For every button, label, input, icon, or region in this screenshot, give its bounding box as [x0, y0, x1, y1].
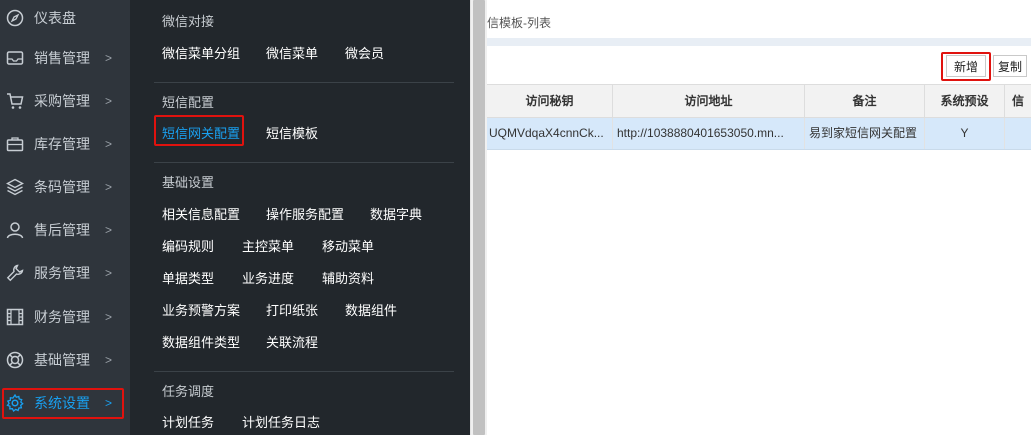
- chevron-right-icon: >: [105, 50, 113, 65]
- highlight-box-system-settings: [2, 388, 124, 419]
- chevron-right-icon: >: [105, 309, 113, 324]
- cell-access-url: http://1038880401653050.mn...: [613, 118, 805, 149]
- chevron-right-icon: >: [105, 93, 113, 108]
- scrollbar-thumb[interactable]: [473, 0, 485, 435]
- menu-link-scheduled-task-log[interactable]: 计划任务日志: [242, 412, 320, 431]
- sidebar-item-purchase[interactable]: 采购管理 >: [0, 79, 130, 122]
- menu-link-data-component[interactable]: 数据组件: [345, 300, 397, 319]
- header-strip: [487, 38, 1031, 46]
- menu-link-sms-template[interactable]: 短信模板: [266, 123, 318, 142]
- sidebar-item-service[interactable]: 服务管理 >: [0, 251, 130, 294]
- compass-icon: [6, 9, 24, 26]
- menu-link-wechat-menu-group[interactable]: 微信菜单分组: [162, 43, 240, 62]
- highlight-box-add: [941, 52, 991, 81]
- menu-link-operation-service-config[interactable]: 操作服务配置: [266, 204, 344, 223]
- cell-partial: [1005, 118, 1031, 149]
- sidebar-item-after-sales[interactable]: 售后管理 >: [0, 208, 130, 251]
- column-header-access-key[interactable]: 访问秘钥: [487, 85, 613, 117]
- wrench-icon: [6, 264, 24, 281]
- section-title-wechat: 微信对接: [162, 14, 215, 29]
- lifebuoy-icon: [6, 351, 24, 368]
- menu-link-data-dictionary[interactable]: 数据字典: [370, 204, 422, 223]
- menu-link-business-alert-plan[interactable]: 业务预警方案: [162, 300, 240, 319]
- menu-link-wechat-member[interactable]: 微会员: [345, 43, 384, 62]
- cell-remarks: 易到家短信网关配置: [805, 118, 925, 149]
- chevron-right-icon: >: [105, 222, 113, 237]
- menu-link-auxiliary-data[interactable]: 辅助资料: [322, 268, 374, 287]
- sidebar-item-label: 服务管理: [34, 264, 90, 281]
- sidebar: 仪表盘 销售管理 > 采购管理 > 库存管理 > 条码管理 > 售后管理 > 服…: [0, 0, 130, 435]
- film-icon: [6, 308, 24, 325]
- menu-link-mobile-menu[interactable]: 移动菜单: [322, 236, 374, 255]
- divider: [154, 162, 454, 163]
- menu-link-print-paper[interactable]: 打印纸张: [266, 300, 318, 319]
- section-title-task-scheduling: 任务调度: [162, 384, 215, 399]
- menu-link-business-progress[interactable]: 业务进度: [242, 268, 294, 287]
- sidebar-item-inventory[interactable]: 库存管理 >: [0, 122, 130, 165]
- menu-link-document-type[interactable]: 单据类型: [162, 268, 214, 287]
- table-header: 访问秘钥 访问地址 备注 系统预设 信: [487, 84, 1031, 118]
- sidebar-item-finance[interactable]: 财务管理 >: [0, 295, 130, 338]
- highlight-box-sms-gateway: [154, 115, 244, 146]
- sidebar-item-label: 仪表盘: [34, 9, 76, 26]
- divider: [154, 82, 454, 83]
- table-row[interactable]: UQMVdqaX4cnnCk... http://103888040165305…: [487, 118, 1031, 150]
- sidebar-item-label: 采购管理: [34, 92, 90, 109]
- chevron-right-icon: >: [105, 179, 113, 194]
- copy-button[interactable]: 复制: [993, 55, 1027, 77]
- cart-icon: [7, 92, 24, 109]
- menu-link-wechat-menu[interactable]: 微信菜单: [266, 43, 318, 62]
- section-title-base-settings: 基础设置: [162, 175, 215, 190]
- menu-link-scheduled-task[interactable]: 计划任务: [162, 412, 214, 431]
- breadcrumb: 信模板-列表: [487, 16, 551, 30]
- inbox-icon: [6, 50, 24, 65]
- menu-link-related-info-config[interactable]: 相关信息配置: [162, 204, 240, 223]
- layers-icon: [6, 178, 24, 195]
- settings-menu-panel: 微信对接 微信菜单分组 微信菜单 微会员 短信配置 短信网关配置 短信模板 基础…: [130, 0, 470, 435]
- sidebar-item-dashboard[interactable]: 仪表盘: [0, 0, 130, 39]
- divider: [154, 371, 454, 372]
- sidebar-item-label: 财务管理: [34, 308, 90, 325]
- column-header-partial[interactable]: 信: [1005, 85, 1031, 117]
- column-header-system-preset[interactable]: 系统预设: [925, 85, 1005, 117]
- menu-link-coding-rules[interactable]: 编码规则: [162, 236, 214, 255]
- sidebar-item-label: 销售管理: [34, 49, 90, 66]
- sidebar-item-label: 售后管理: [34, 221, 90, 238]
- cell-system-preset: Y: [925, 118, 1005, 149]
- user-icon: [6, 221, 24, 238]
- sidebar-item-label: 库存管理: [34, 135, 90, 152]
- column-header-access-url[interactable]: 访问地址: [613, 85, 805, 117]
- section-title-sms: 短信配置: [162, 95, 215, 110]
- sidebar-item-sales[interactable]: 销售管理 >: [0, 36, 130, 79]
- menu-link-related-process[interactable]: 关联流程: [266, 332, 318, 351]
- sidebar-item-base-management[interactable]: 基础管理 >: [0, 338, 130, 381]
- chevron-right-icon: >: [105, 352, 113, 367]
- sidebar-item-label: 条码管理: [34, 178, 90, 195]
- menu-link-data-component-type[interactable]: 数据组件类型: [162, 332, 240, 351]
- menu-link-main-menu[interactable]: 主控菜单: [242, 236, 294, 255]
- cell-access-key: UQMVdqaX4cnnCk...: [487, 118, 613, 149]
- sidebar-item-barcode[interactable]: 条码管理 >: [0, 165, 130, 208]
- briefcase-icon: [6, 136, 24, 151]
- chevron-right-icon: >: [105, 265, 113, 280]
- chevron-right-icon: >: [105, 136, 113, 151]
- sidebar-item-label: 基础管理: [34, 351, 90, 368]
- column-header-remarks[interactable]: 备注: [805, 85, 925, 117]
